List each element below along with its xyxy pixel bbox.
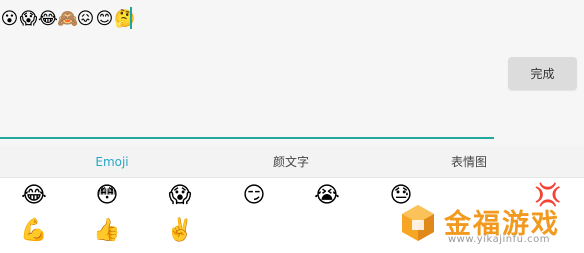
emoji-grid: 😂 😳 😱 😏 😭 😓 💢 💪 👍 ✌️ [0, 178, 584, 253]
text-cursor [130, 7, 132, 29]
done-button[interactable]: 完成 [508, 57, 577, 90]
input-emoji: 🙈 [57, 9, 79, 29]
emoji-key[interactable]: 😏 [236, 181, 272, 211]
emoji-key[interactable]: 😂 [16, 181, 52, 211]
input-underline [0, 137, 494, 139]
tab-kaomoji[interactable]: 颜文字 [251, 147, 331, 177]
emoji-key[interactable]: 👍 [89, 216, 125, 246]
emoji-key[interactable]: ✌️ [162, 216, 198, 246]
tab-emoji[interactable]: Emoji [72, 147, 152, 177]
emoji-key[interactable]: 😓 [383, 181, 419, 211]
message-input-area[interactable]: 😮 😱 😂 🙈 😖 😊 🤔 完成 [0, 0, 584, 145]
tab-sticker[interactable]: 表情图 [429, 147, 509, 177]
input-emoji: 😱 [19, 9, 38, 29]
emoji-key[interactable]: 😱 [162, 181, 198, 211]
input-emoji: 😂 [38, 9, 58, 29]
emoji-key[interactable]: 💪 [16, 216, 52, 246]
input-emoji: 😮 [0, 9, 19, 29]
emoji-tab-bar: Emoji 颜文字 表情图 [0, 147, 584, 177]
input-emoji: 😊 [95, 9, 114, 29]
emoji-key[interactable]: 😭 [309, 181, 345, 211]
input-emoji-text: 😮 😱 😂 🙈 😖 😊 🤔 [0, 8, 136, 30]
input-emoji: 😖 [76, 9, 95, 29]
emoji-key[interactable]: 💢 [530, 181, 566, 211]
emoji-key[interactable]: 😳 [89, 181, 125, 211]
